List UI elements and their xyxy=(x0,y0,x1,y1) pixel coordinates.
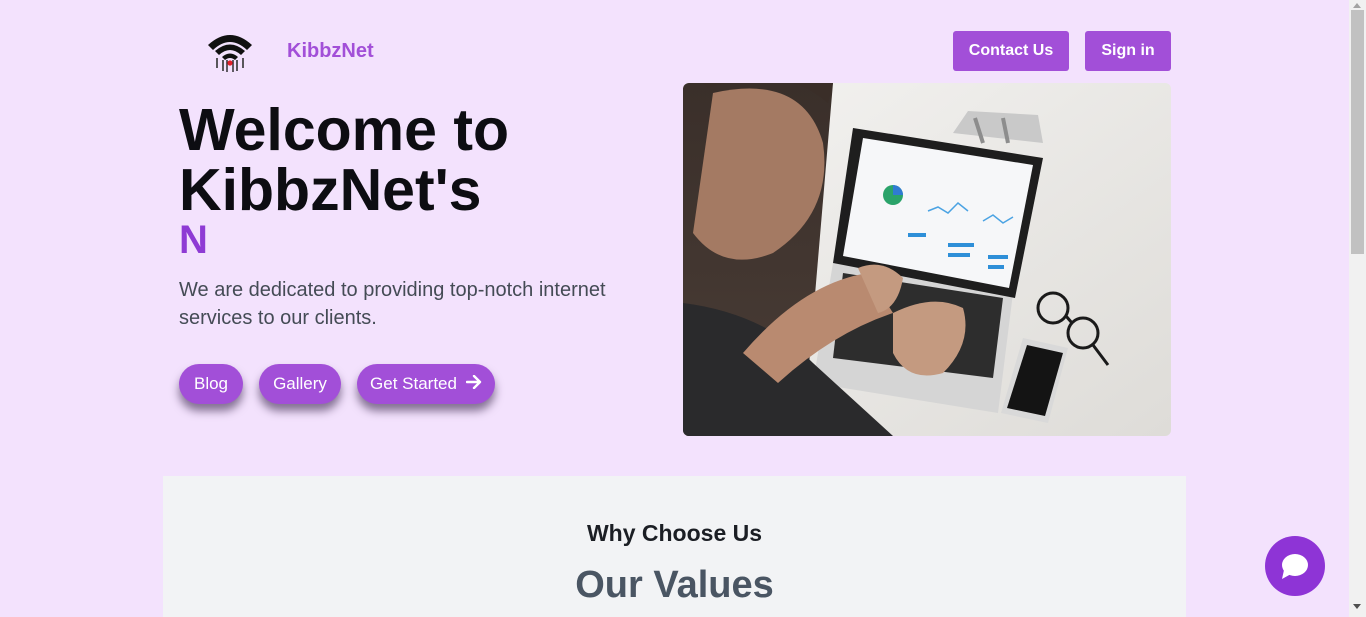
contact-us-button[interactable]: Contact Us xyxy=(953,31,1069,71)
get-started-label: Get Started xyxy=(370,374,457,393)
wifi-logo-icon[interactable] xyxy=(205,28,255,74)
arrow-right-icon xyxy=(465,374,482,394)
values-section: Why Choose Us Our Values xyxy=(163,476,1186,617)
scroll-up-arrow-icon[interactable] xyxy=(1353,3,1361,8)
get-started-button[interactable]: Get Started xyxy=(357,364,495,404)
page: KibbzNet Contact Us Sign in Welcome to K… xyxy=(0,0,1349,617)
blog-button[interactable]: Blog xyxy=(179,364,243,404)
typed-text: N xyxy=(179,218,208,262)
scroll-thumb[interactable] xyxy=(1351,10,1364,254)
section-heading: Our Values xyxy=(575,564,774,606)
chat-bubble-icon[interactable] xyxy=(1265,536,1325,596)
hero-title-line-1: Welcome to xyxy=(179,97,510,163)
scroll-down-arrow-icon[interactable] xyxy=(1353,604,1361,609)
hero-title: Welcome to KibbzNet's xyxy=(179,100,509,220)
section-kicker: Why Choose Us xyxy=(586,520,763,546)
gallery-button[interactable]: Gallery xyxy=(259,364,341,404)
hero-image xyxy=(683,83,1171,436)
hero-title-line-2: KibbzNet's xyxy=(179,157,482,223)
brand-name[interactable]: KibbzNet xyxy=(287,40,374,63)
sign-in-button[interactable]: Sign in xyxy=(1085,31,1171,71)
page-scrollbar[interactable] xyxy=(1349,0,1366,617)
blog-button-label: Blog xyxy=(193,374,229,393)
hero-description: We are dedicated to providing top-notch … xyxy=(179,279,606,329)
gallery-button-label: Gallery xyxy=(273,374,327,393)
